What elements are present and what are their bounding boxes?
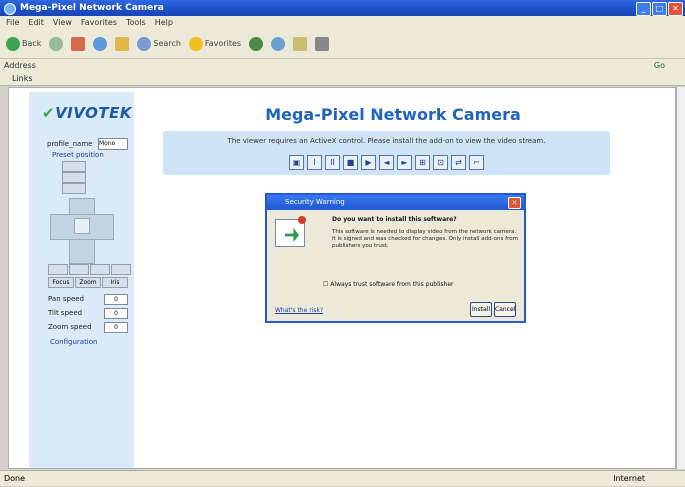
home-button[interactable] [113, 34, 131, 54]
volume-down-icon[interactable]: ◄ [379, 155, 394, 170]
stop-button[interactable] [69, 34, 87, 54]
logo-mark-icon: ✔ [42, 104, 56, 122]
zoom-speed-label: Zoom speed [48, 323, 92, 331]
favorites-button[interactable]: Favorites [187, 34, 243, 54]
home-icon [115, 36, 130, 51]
preset-select-2[interactable] [62, 172, 86, 183]
dialog-close-button[interactable]: ✕ [508, 197, 521, 209]
stop-icon[interactable]: ■ [343, 155, 358, 170]
status-bar: Done Internet [0, 470, 685, 486]
dialog-title: Security Warning [267, 195, 524, 210]
iris-button[interactable]: Iris [102, 277, 128, 288]
tilt-speed-label: Tilt speed [48, 309, 83, 317]
refresh-icon [93, 36, 108, 51]
dialog-buttons: Install Cancel [470, 302, 516, 317]
print-button[interactable] [313, 34, 331, 54]
snapshot-icon[interactable]: ▣ [289, 155, 304, 170]
page-title: Mega-Pixel Network Camera [265, 105, 521, 124]
vivotek-logo: ✔VIVOTEK [42, 104, 132, 122]
risk-info-link[interactable]: What's the risk? [275, 307, 323, 314]
forward-arrow-icon [49, 36, 64, 51]
pan-speed-label: Pan speed [48, 295, 85, 303]
focus-near-button[interactable] [90, 264, 110, 275]
refresh-button[interactable] [91, 34, 109, 54]
window-title: Mega-Pixel Network Camera [20, 3, 164, 13]
menu-bar: File Edit View Favorites Tools Help [0, 16, 685, 29]
close-button[interactable]: ✕ [668, 2, 683, 16]
pause-icon[interactable]: II [325, 155, 340, 170]
address-bar[interactable]: Address Go [0, 59, 685, 72]
stop-icon [71, 36, 86, 51]
volume-up-icon[interactable]: ► [397, 155, 412, 170]
window-controls: _ □ ✕ [636, 2, 683, 16]
zoom-out-button[interactable] [48, 264, 68, 275]
play-icon[interactable]: ▶ [361, 155, 376, 170]
address-label: Address [4, 61, 36, 70]
dialog-body-text: This software is needed to display video… [332, 229, 518, 249]
trust-publisher-checkbox[interactable]: ☐ Always trust software from this publis… [323, 281, 453, 288]
search-icon [137, 36, 152, 51]
print-icon [315, 36, 330, 51]
back-arrow-icon [6, 36, 20, 51]
fullscreen-icon[interactable]: ⊞ [415, 155, 430, 170]
preset-select-3[interactable] [62, 183, 86, 194]
mail-icon [293, 36, 308, 51]
status-text: Done [4, 474, 26, 483]
menu-file[interactable]: File [6, 16, 19, 29]
menu-favorites[interactable]: Favorites [81, 16, 117, 29]
menu-tools[interactable]: Tools [126, 16, 146, 29]
install-button[interactable]: Install [470, 302, 492, 317]
search-button[interactable]: Search [135, 34, 182, 54]
back-button[interactable]: Back [4, 34, 43, 54]
configuration-link[interactable]: Configuration [50, 338, 97, 346]
digital-zoom-icon[interactable]: I [307, 155, 322, 170]
zoom-speed-select[interactable]: 0 [104, 322, 128, 333]
pan-speed-select[interactable]: 0 [104, 294, 128, 305]
browser-toolbar: Back Search Favorites [0, 29, 685, 59]
zoom-in-button[interactable] [69, 264, 89, 275]
preset-position-link[interactable]: Preset position [52, 151, 104, 159]
menu-view[interactable]: View [53, 16, 72, 29]
minimize-button[interactable]: _ [636, 2, 651, 16]
install-warning-icon [275, 216, 306, 247]
ptz-home-button[interactable] [74, 218, 90, 234]
focus-button[interactable]: Focus [48, 277, 74, 288]
zoom-button[interactable]: Zoom [75, 277, 101, 288]
menu-help[interactable]: Help [155, 16, 173, 29]
links-label: Links [12, 74, 33, 83]
profile-select[interactable]: Mono [98, 138, 128, 150]
mail-button[interactable] [291, 34, 309, 54]
profile-label: profile_name [47, 140, 93, 148]
activex-notice-text: The viewer requires an ActiveX control. … [227, 137, 546, 145]
history-icon [271, 36, 286, 51]
record-icon[interactable]: ⊡ [433, 155, 448, 170]
mic-icon[interactable]: ⌐ [469, 155, 484, 170]
video-control-bar: ▣ I II ■ ▶ ◄ ► ⊞ ⊡ ⇄ ⌐ [289, 155, 484, 170]
security-warning-dialog: Security Warning ✕ Do you want to instal… [265, 193, 526, 323]
browser-icon [4, 3, 16, 15]
info-strip[interactable]: Links [0, 72, 685, 86]
vertical-scrollbar[interactable] [676, 87, 685, 469]
forward-button[interactable] [47, 34, 65, 54]
security-zone: Internet [613, 474, 645, 483]
maximize-button[interactable]: □ [652, 2, 667, 16]
media-button[interactable] [247, 34, 265, 54]
star-icon [188, 36, 203, 51]
cancel-button[interactable]: Cancel [494, 302, 516, 317]
focus-far-button[interactable] [111, 264, 131, 275]
dialog-question: Do you want to install this software? [332, 216, 457, 223]
go-button[interactable]: Go [654, 59, 665, 72]
preset-select-1[interactable] [62, 161, 86, 172]
history-button[interactable] [269, 34, 287, 54]
window-titlebar: Mega-Pixel Network Camera _ □ ✕ [0, 0, 685, 16]
tilt-speed-select[interactable]: 0 [104, 308, 128, 319]
media-icon [249, 36, 264, 51]
talk-icon[interactable]: ⇄ [451, 155, 466, 170]
menu-edit[interactable]: Edit [28, 16, 44, 29]
